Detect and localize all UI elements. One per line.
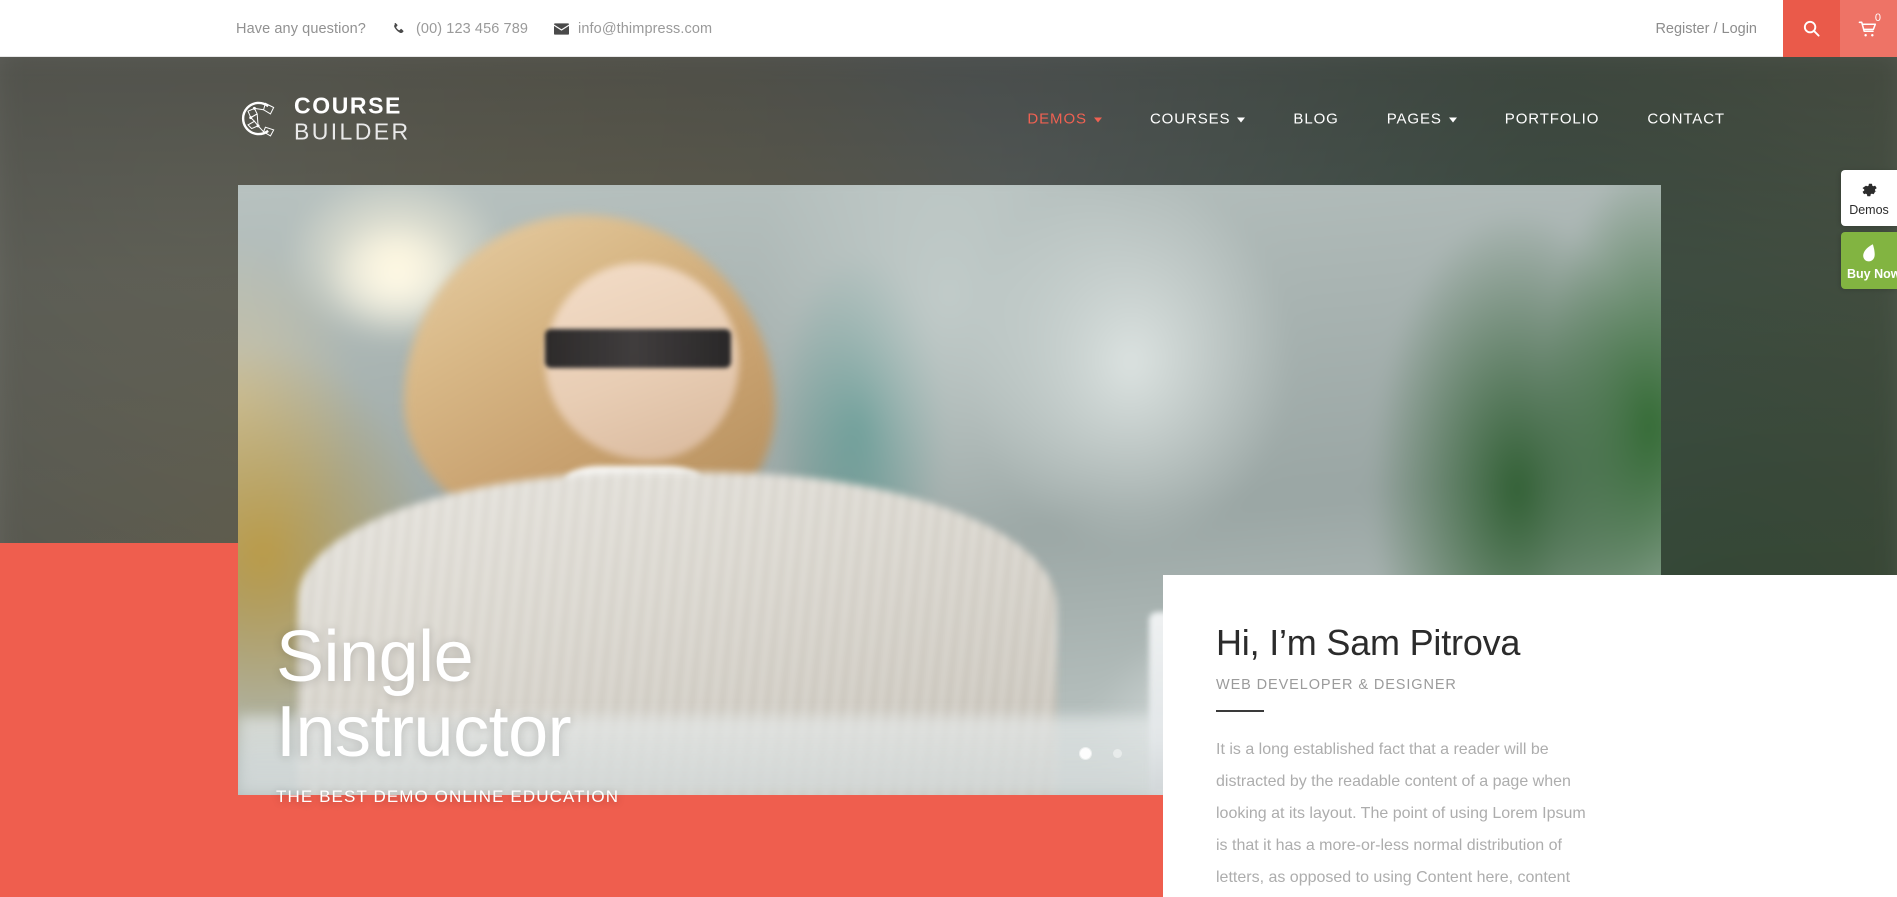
instructor-info-card: Hi, I’m Sam Pitrova WEB DEVELOPER & DESI…	[1163, 575, 1897, 897]
site-logo[interactable]: COURSE BUILDER	[237, 94, 411, 143]
top-bar-contact-group: Have any question? (00) 123 456 789 info…	[236, 0, 712, 57]
hero-title: Single Instructor	[276, 620, 619, 770]
demos-side-tab-label: Demos	[1849, 203, 1889, 217]
instructor-role: WEB DEVELOPER & DESIGNER	[1216, 676, 1457, 693]
page-root: Have any question? (00) 123 456 789 info…	[0, 0, 1897, 897]
divider	[1216, 709, 1264, 712]
have-any-question-label: Have any question?	[236, 20, 366, 37]
nav-label-pages: PAGES	[1386, 110, 1442, 127]
phone-icon	[392, 21, 407, 36]
top-bar: Have any question? (00) 123 456 789 info…	[0, 0, 1897, 57]
nav-label-blog: BLOG	[1293, 110, 1339, 127]
slider-dot[interactable]	[1113, 749, 1122, 758]
chevron-down-icon	[1093, 117, 1102, 122]
instructor-name: Hi, I’m Sam Pitrova	[1216, 622, 1521, 663]
envelope-icon	[554, 21, 570, 36]
chevron-down-icon	[1448, 117, 1457, 122]
logo-wordmark: COURSE BUILDER	[294, 94, 411, 143]
instructor-description: It is a long established fact that a rea…	[1216, 740, 1586, 886]
main-navigation: DEMOS COURSES BLOG PAGES PORTFOLIO CONTA…	[1003, 110, 1749, 127]
envato-leaf-icon	[1847, 243, 1891, 263]
chevron-down-icon	[1237, 117, 1246, 122]
register-login-link[interactable]: Register / Login	[1655, 0, 1783, 57]
course-builder-logo-icon	[237, 97, 281, 141]
nav-label-courses: COURSES	[1149, 110, 1231, 127]
nav-item-contact[interactable]: CONTACT	[1623, 110, 1749, 127]
email-address: info@thimpress.com	[578, 20, 713, 37]
nav-label-portfolio: PORTFOLIO	[1504, 110, 1600, 127]
nav-item-demos[interactable]: DEMOS	[1003, 110, 1126, 127]
nav-item-pages[interactable]: PAGES	[1363, 110, 1481, 127]
hero-subtitle: THE BEST DEMO ONLINE EDUCATION	[276, 787, 620, 806]
subject-glasses	[545, 328, 731, 368]
slider-pagination	[1080, 748, 1122, 759]
floating-side-tabs: Demos Buy Now	[1841, 170, 1897, 289]
phone-link[interactable]: (00) 123 456 789	[392, 21, 528, 37]
nav-item-courses[interactable]: COURSES	[1126, 110, 1269, 127]
nav-item-portfolio[interactable]: PORTFOLIO	[1481, 110, 1624, 127]
nav-label-demos: DEMOS	[1027, 110, 1087, 127]
cart-count-badge: 0	[1874, 12, 1881, 24]
search-icon	[1802, 19, 1821, 38]
buy-now-side-tab[interactable]: Buy Now	[1841, 231, 1897, 289]
slider-dot-active[interactable]	[1080, 748, 1091, 759]
gear-icon	[1847, 181, 1891, 199]
buy-now-side-tab-label: Buy Now	[1847, 266, 1897, 281]
top-bar-actions: Register / Login 0	[1655, 0, 1897, 57]
logo-line-1: COURSE	[294, 92, 403, 118]
main-header: COURSE BUILDER DEMOS COURSES BLOG PAGES …	[0, 57, 1897, 180]
hero-title-line-1: Single	[276, 617, 474, 698]
hero-title-line-2: Instructor	[276, 692, 572, 773]
search-button[interactable]	[1783, 0, 1840, 57]
email-link[interactable]: info@thimpress.com	[554, 21, 712, 37]
nav-item-blog[interactable]: BLOG	[1269, 110, 1362, 127]
phone-number: (00) 123 456 789	[415, 20, 529, 37]
demos-side-tab[interactable]: Demos	[1841, 170, 1897, 226]
logo-line-2: BUILDER	[294, 118, 411, 144]
cart-button[interactable]: 0	[1840, 0, 1897, 57]
hero-caption: Single Instructor THE BEST DEMO ONLINE E…	[276, 620, 619, 807]
nav-label-contact: CONTACT	[1647, 110, 1725, 127]
